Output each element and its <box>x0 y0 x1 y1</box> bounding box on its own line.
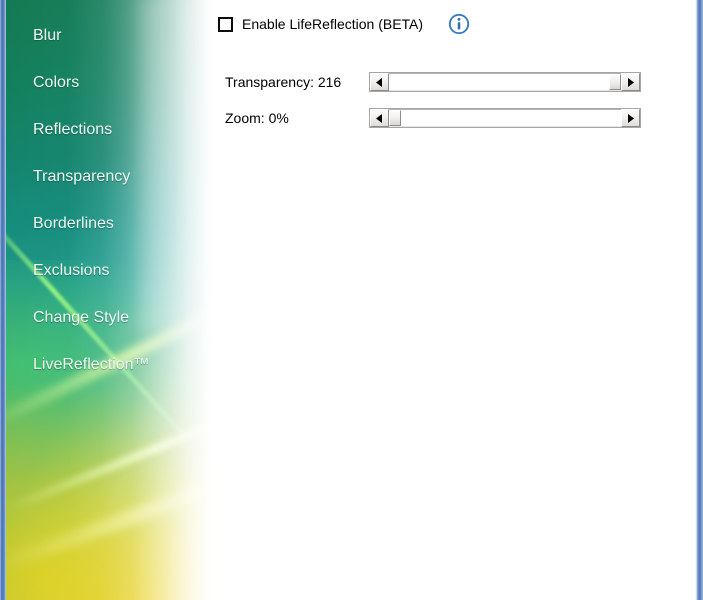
triangle-right-icon <box>628 113 634 123</box>
sidebar-item-label: LiveReflection™ <box>33 356 150 373</box>
sidebar-item-transparency[interactable]: Transparency <box>5 153 217 200</box>
zoom-increment-button[interactable] <box>621 109 640 127</box>
sidebar-item-reflections[interactable]: Reflections <box>5 106 217 153</box>
transparency-slider-track[interactable] <box>389 73 621 91</box>
sidebar-item-exclusions[interactable]: Exclusions <box>5 247 217 294</box>
content-pane: Enable LifeReflection (BETA) Transparenc… <box>217 0 695 600</box>
sidebar-item-borderlines[interactable]: Borderlines <box>5 200 217 247</box>
transparency-slider-thumb[interactable] <box>609 74 621 90</box>
triangle-right-icon <box>628 77 634 87</box>
window-border-right <box>695 0 703 600</box>
sidebar-item-label: Blur <box>33 27 62 44</box>
zoom-decrement-button[interactable] <box>370 109 389 127</box>
transparency-label: Transparency: 216 <box>225 74 342 90</box>
sidebar-item-colors[interactable]: Colors <box>5 59 217 106</box>
sidebar-item-label: Exclusions <box>33 262 110 279</box>
sidebar-item-label: Reflections <box>33 121 113 138</box>
zoom-slider-track[interactable] <box>389 109 621 127</box>
sidebar-item-blur[interactable]: Blur <box>5 12 217 59</box>
transparency-decrement-button[interactable] <box>370 73 389 91</box>
sidebar: Blur Colors Reflections Transparency Bor… <box>5 0 217 600</box>
enable-livereflection-row: Enable LifeReflection (BETA) <box>218 13 470 35</box>
app-window: Blur Colors Reflections Transparency Bor… <box>0 0 703 600</box>
sidebar-item-label: Transparency <box>33 168 131 185</box>
window-border-left <box>0 0 6 600</box>
sidebar-item-label: Change Style <box>33 309 130 326</box>
zoom-label: Zoom: 0% <box>225 110 289 126</box>
zoom-slider-row: Zoom: 0% <box>225 107 641 129</box>
sidebar-item-livereflection[interactable]: LiveReflection™ <box>5 341 217 388</box>
transparency-increment-button[interactable] <box>621 73 640 91</box>
info-icon[interactable] <box>448 13 470 35</box>
zoom-slider-thumb[interactable] <box>389 110 401 126</box>
enable-livereflection-checkbox[interactable] <box>218 16 233 32</box>
triangle-left-icon <box>376 113 382 123</box>
sidebar-item-change-style[interactable]: Change Style <box>5 294 217 341</box>
transparency-slider-row: Transparency: 216 <box>225 71 641 93</box>
zoom-slider[interactable] <box>369 108 641 128</box>
sidebar-item-label: Colors <box>33 74 80 91</box>
sidebar-item-label: Borderlines <box>33 215 114 232</box>
transparency-slider[interactable] <box>369 72 641 92</box>
enable-livereflection-label: Enable LifeReflection (BETA) <box>242 16 424 32</box>
triangle-left-icon <box>376 77 382 87</box>
sidebar-nav: Blur Colors Reflections Transparency Bor… <box>5 0 217 388</box>
